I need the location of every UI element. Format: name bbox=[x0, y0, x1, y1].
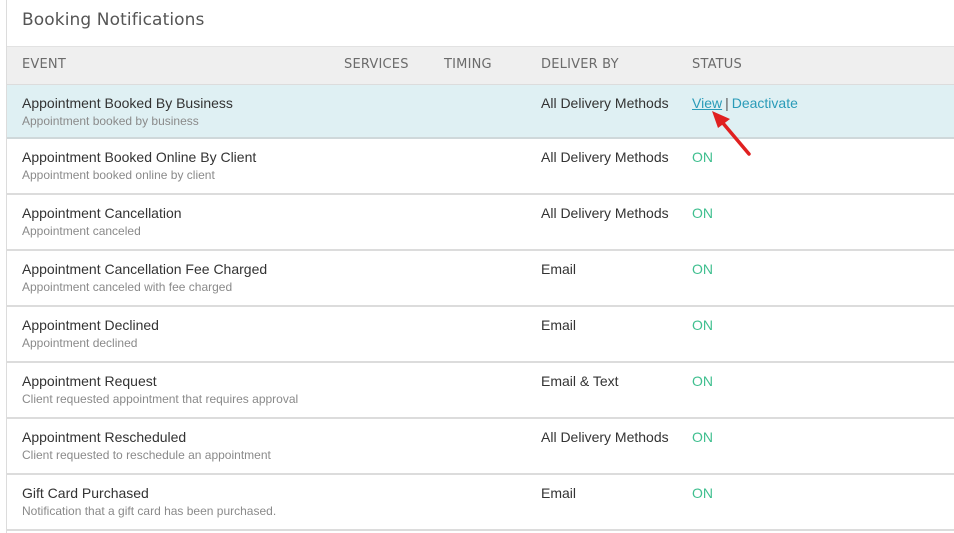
event-description: Appointment canceled with fee charged bbox=[22, 280, 233, 294]
table-row[interactable]: Appointment Rescheduled Client requested… bbox=[7, 419, 954, 475]
column-header-status[interactable]: STATUS bbox=[692, 57, 742, 72]
event-title: Appointment Cancellation bbox=[22, 205, 182, 221]
table-row[interactable]: Gift Card Purchased Notification that a … bbox=[7, 475, 954, 531]
deliver-by-value: All Delivery Methods bbox=[541, 149, 669, 165]
column-header-services[interactable]: SERVICES bbox=[344, 57, 409, 72]
table-row[interactable]: Appointment Booked Online By Client Appo… bbox=[7, 139, 954, 195]
event-title: Appointment Declined bbox=[22, 317, 159, 333]
event-title: Appointment Booked By Business bbox=[22, 95, 233, 111]
deliver-by-value: All Delivery Methods bbox=[541, 205, 669, 221]
event-title: Appointment Request bbox=[22, 373, 157, 389]
event-description: Appointment booked online by client bbox=[22, 168, 215, 182]
event-title: Appointment Booked Online By Client bbox=[22, 149, 257, 165]
event-description: Appointment declined bbox=[22, 336, 138, 350]
event-description: Notification that a gift card has been p… bbox=[22, 504, 277, 518]
event-title: Appointment Rescheduled bbox=[22, 429, 187, 445]
event-description: Client requested appointment that requir… bbox=[22, 392, 299, 406]
table-row[interactable]: Appointment Booked By Business Appointme… bbox=[7, 85, 954, 139]
status-badge: ON bbox=[692, 317, 713, 333]
red-arrow-icon bbox=[712, 111, 751, 156]
event-title: Gift Card Purchased bbox=[22, 485, 149, 501]
table-row[interactable]: Appointment Cancellation Fee Charged App… bbox=[7, 251, 954, 307]
status-badge: ON bbox=[692, 429, 713, 445]
status-badge: ON bbox=[692, 205, 713, 221]
table-row[interactable]: Appointment Declined Appointment decline… bbox=[7, 307, 954, 363]
column-header-timing[interactable]: TIMING bbox=[444, 57, 492, 72]
deliver-by-value: All Delivery Methods bbox=[541, 429, 669, 445]
deliver-by-value: Email bbox=[541, 485, 577, 501]
deliver-by-value: All Delivery Methods bbox=[541, 95, 669, 111]
deliver-by-value: Email bbox=[541, 261, 577, 277]
column-header-event[interactable]: EVENT bbox=[22, 57, 66, 72]
status-badge: ON bbox=[692, 261, 713, 277]
status-badge: ON bbox=[692, 373, 713, 389]
deliver-by-value: Email & Text bbox=[541, 373, 619, 389]
notifications-table: Appointment Booked By Business Appointme… bbox=[7, 85, 954, 531]
table-row[interactable]: Appointment Cancellation Appointment can… bbox=[7, 195, 954, 251]
event-description: Appointment canceled bbox=[22, 224, 141, 238]
table-header: EVENT SERVICES TIMING DELIVER BY STATUS bbox=[7, 46, 954, 86]
status-badge: ON bbox=[692, 485, 713, 501]
booking-notifications-panel: Booking Notifications EVENT SERVICES TIM… bbox=[6, 0, 954, 533]
panel-title: Booking Notifications bbox=[22, 10, 205, 30]
event-description: Client requested to reschedule an appoin… bbox=[22, 448, 271, 462]
deliver-by-value: Email bbox=[541, 317, 577, 333]
table-row[interactable]: Appointment Request Client requested app… bbox=[7, 363, 954, 419]
event-description: Appointment booked by business bbox=[22, 114, 199, 128]
event-title: Appointment Cancellation Fee Charged bbox=[22, 261, 268, 277]
column-header-deliver-by[interactable]: DELIVER BY bbox=[541, 57, 619, 72]
